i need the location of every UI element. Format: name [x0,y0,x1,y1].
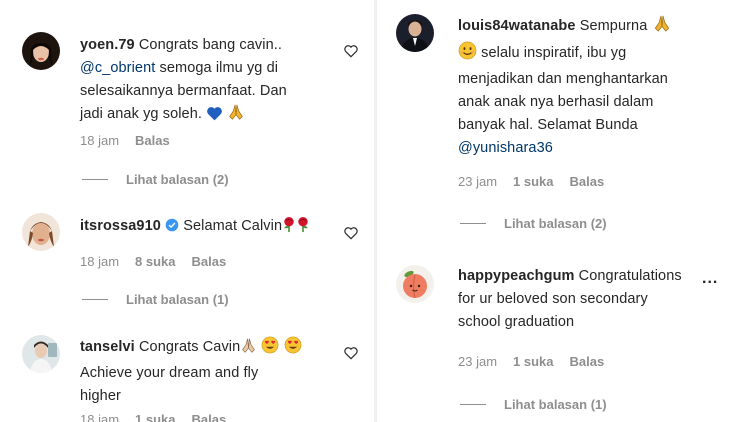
comment-meta: 18 jam Balas [80,133,170,148]
comment-text: menjadikan dan menghantarkan [458,71,668,87]
comment-text: Congratulations [578,268,682,284]
comment-text: anak anak nya berhasil dalam [458,94,654,110]
view-replies-label: Lihat balasan (1) [504,397,607,412]
comment-likes[interactable]: 1 suka [513,174,553,189]
comment-text: banyak hal. Selamat Bunda [458,117,638,133]
comment-time[interactable]: 18 jam [80,254,119,269]
comment-meta: 18 jam 1 suka Balas [80,412,226,422]
praying-hands-icon [652,14,672,41]
like-heart-icon[interactable] [343,43,359,59]
view-replies-button[interactable]: Lihat balasan (1) [460,397,607,412]
comment-time[interactable]: 23 jam [458,354,497,369]
comment-likes[interactable]: 1 suka [513,354,553,369]
comment-text: school graduation [458,314,575,330]
rose-icon [282,216,296,241]
divider-line [82,299,108,300]
view-replies-button[interactable]: Lihat balasan (2) [82,172,229,187]
divider-line [460,404,486,405]
comment-body: louis84watanabe Sempurna selalu inspirat… [458,14,720,160]
reply-button[interactable]: Balas [570,174,605,189]
comment-time[interactable]: 23 jam [458,174,497,189]
reply-button[interactable]: Balas [192,254,227,269]
comment-text: selesaikannya bermanfaat. Dan [80,83,287,99]
comment-body: itsrossa910 Selamat Calvin [80,215,342,241]
comment-body: tanselvi Congrats Cavin Achieve your dre… [80,336,342,408]
comment-meta: 23 jam 1 suka Balas [458,354,604,369]
comment-username[interactable]: louis84watanabe [458,18,576,34]
comments-column-right: louis84watanabe Sempurna selalu inspirat… [378,0,750,422]
blue-heart-icon [206,106,223,129]
comment-meta: 23 jam 1 suka Balas [458,174,604,189]
comment-time[interactable]: 18 jam [80,133,119,148]
view-replies-label: Lihat balasan (1) [126,292,229,307]
comment-text: selalu inspiratif, ibu yg [481,45,627,61]
comment-body: yoen.79 Congrats bang cavin.. @c_obrient… [80,34,342,129]
comment-text: Sempurna [579,18,648,34]
avatar[interactable] [22,213,60,251]
comment-likes[interactable]: 1 suka [135,412,175,422]
comment-text: Congrats Cavin [138,339,241,355]
avatar[interactable] [396,265,434,303]
comment-text: Achieve your dream and fly [80,365,259,381]
reply-button[interactable]: Balas [570,354,605,369]
rose-icon [296,216,310,241]
reply-button[interactable]: Balas [135,133,170,148]
verified-badge-icon [165,217,179,240]
comment-mention[interactable]: @c_obrient [80,60,155,76]
view-replies-label: Lihat balasan (2) [504,216,607,231]
comment-text: for ur beloved son secondary [458,291,648,307]
comment-mention[interactable]: @yunishara36 [458,140,553,156]
more-options-icon[interactable]: ... [702,270,718,288]
reply-button[interactable]: Balas [192,412,227,422]
comments-column-left: yoen.79 Congrats bang cavin.. @c_obrient… [0,0,372,422]
heart-eyes-emoji-icon [284,336,302,362]
comment-text: semoga ilmu yg di [159,60,279,76]
comment-body: happypeachgum Congratulations for ur bel… [458,265,720,334]
folded-hands-icon [240,337,257,362]
comment-username[interactable]: yoen.79 [80,37,135,53]
comment-username[interactable]: itsrossa910 [80,218,161,234]
avatar[interactable] [22,335,60,373]
comment-meta: 18 jam 8 suka Balas [80,254,226,269]
view-replies-label: Lihat balasan (2) [126,172,229,187]
praying-hands-icon [227,103,245,129]
comment-text: jadi anak yg soleh. [80,106,203,122]
divider-line [82,179,108,180]
comment-text: Selamat Calvin [183,218,283,234]
comment-username[interactable]: tanselvi [80,339,135,355]
comment-time[interactable]: 18 jam [80,412,119,422]
divider-line [460,223,486,224]
like-heart-icon[interactable] [343,225,359,241]
heart-eyes-emoji-icon [261,336,279,362]
comment-likes[interactable]: 8 suka [135,254,175,269]
comment-text: higher [80,388,121,404]
avatar[interactable] [22,32,60,70]
column-divider [374,0,377,422]
like-heart-icon[interactable] [343,345,359,361]
view-replies-button[interactable]: Lihat balasan (1) [82,292,229,307]
view-replies-button[interactable]: Lihat balasan (2) [460,216,607,231]
smiling-face-icon [458,41,477,68]
comment-username[interactable]: happypeachgum [458,268,575,284]
avatar[interactable] [396,14,434,52]
comment-text: Congrats bang cavin.. [138,37,282,53]
